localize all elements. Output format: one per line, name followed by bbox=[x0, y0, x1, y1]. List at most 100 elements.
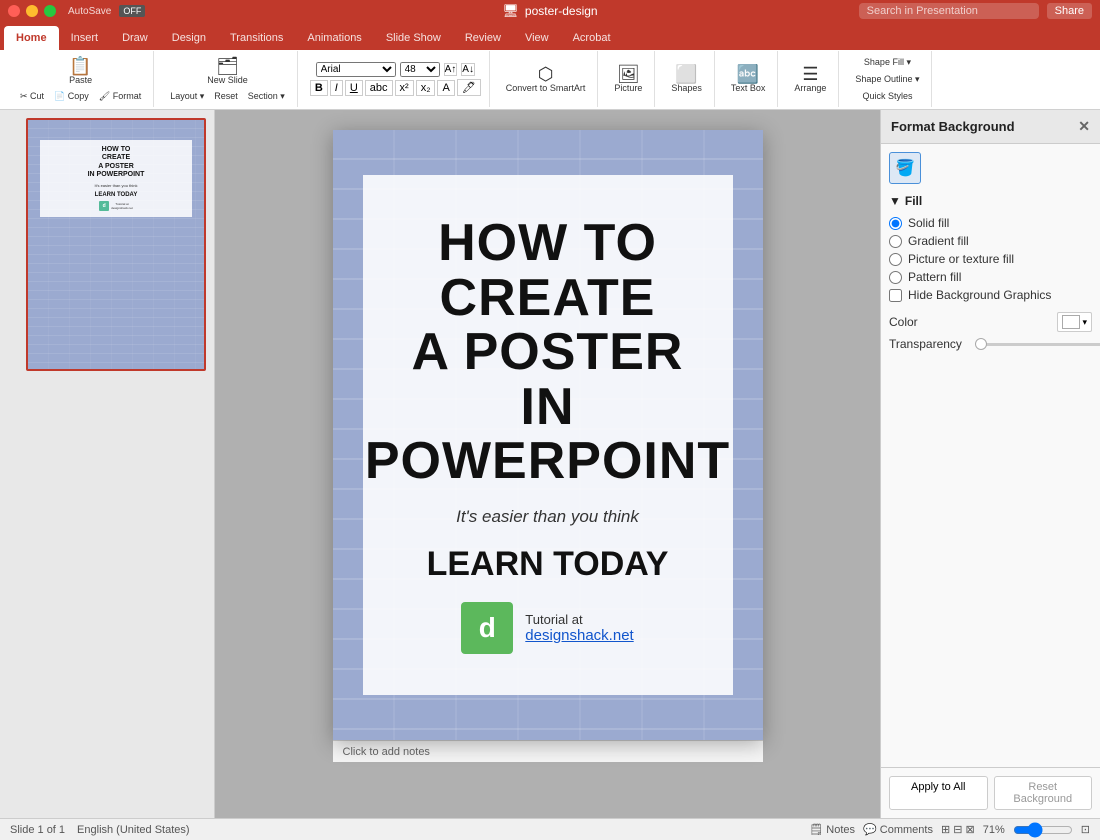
notes-placeholder: Click to add notes bbox=[343, 746, 430, 758]
textbox-button[interactable]: 🔤 Text Box bbox=[727, 63, 770, 95]
status-right: 🗒 Notes 💬 Comments ⊞ ⊟ ⊠ 71% ⊡ bbox=[809, 822, 1090, 838]
notes-bar[interactable]: Click to add notes bbox=[333, 740, 763, 762]
search-input[interactable] bbox=[859, 3, 1039, 19]
tab-draw[interactable]: Draw bbox=[110, 26, 160, 50]
color-label: Color bbox=[889, 315, 918, 329]
tab-view[interactable]: View bbox=[513, 26, 561, 50]
font-family-select[interactable]: Arial bbox=[316, 62, 396, 77]
slide-canvas[interactable]: HOW TO CREATE A POSTER IN POWERPOINT It'… bbox=[333, 130, 763, 740]
fill-section-header[interactable]: ▼ Fill bbox=[889, 194, 1092, 208]
transparency-slider[interactable] bbox=[975, 343, 1100, 346]
thumb-subtitle: It's easier than you think bbox=[46, 183, 186, 188]
canvas-learn: LEARN TODAY bbox=[427, 545, 669, 584]
minimize-button[interactable] bbox=[26, 5, 38, 17]
shape-outline-button[interactable]: Shape Outline ▾ bbox=[851, 72, 923, 87]
fit-slide-button[interactable]: ⊡ bbox=[1081, 823, 1090, 836]
clipboard-group: 📋 Paste ✂ Cut 📄 Copy 🖌 Format bbox=[8, 51, 154, 107]
tab-animations[interactable]: Animations bbox=[295, 26, 373, 50]
textbox-group: 🔤 Text Box bbox=[719, 51, 779, 107]
comments-button[interactable]: 💬 Comments bbox=[863, 823, 933, 836]
fill-section-label: Fill bbox=[905, 194, 922, 208]
tab-review[interactable]: Review bbox=[453, 26, 513, 50]
pattern-fill-option[interactable]: Pattern fill bbox=[889, 268, 1092, 286]
color-swatch bbox=[1062, 315, 1080, 329]
tab-transitions[interactable]: Transitions bbox=[218, 26, 295, 50]
slide-thumbnail[interactable]: HOW TO CREATE A POSTER IN POWERPOINT It'… bbox=[26, 118, 206, 371]
gradient-fill-label: Gradient fill bbox=[908, 234, 969, 248]
color-row: Color ▾ bbox=[889, 312, 1092, 332]
maximize-button[interactable] bbox=[44, 5, 56, 17]
italic-button[interactable]: I bbox=[330, 80, 343, 96]
bold-button[interactable]: B bbox=[310, 80, 328, 96]
slides-group: 🗂 New Slide Layout ▾ Reset Section ▾ bbox=[158, 51, 298, 107]
ribbon: Home Insert Draw Design Transitions Anim… bbox=[0, 22, 1100, 110]
canvas-white-box[interactable]: HOW TO CREATE A POSTER IN POWERPOINT It'… bbox=[363, 175, 733, 695]
paste-button[interactable]: 📋 Paste bbox=[65, 55, 96, 87]
slide-panel: 1 HOW TO CREATE A POSTER IN POWERPOINT I… bbox=[0, 110, 215, 818]
font-color-button[interactable]: A bbox=[437, 80, 454, 96]
shape-fill-button[interactable]: Shape Fill ▾ bbox=[860, 55, 915, 70]
status-left: Slide 1 of 1 English (United States) bbox=[10, 824, 190, 836]
hide-bg-checkbox[interactable] bbox=[889, 289, 902, 302]
picture-fill-radio[interactable] bbox=[889, 253, 902, 266]
format-panel-footer: Apply to All Reset Background bbox=[881, 767, 1100, 818]
thumb-logo: d Tutorial at designshack.net bbox=[46, 201, 186, 211]
reset-background-button[interactable]: Reset Background bbox=[994, 776, 1093, 810]
copy-button[interactable]: 📄 Copy bbox=[50, 89, 93, 104]
tab-design[interactable]: Design bbox=[160, 26, 218, 50]
autosave-label: AutoSave bbox=[68, 6, 111, 17]
tab-acrobat[interactable]: Acrobat bbox=[561, 26, 623, 50]
cut-button[interactable]: ✂ Cut bbox=[16, 89, 48, 104]
apply-to-all-button[interactable]: Apply to All bbox=[889, 776, 988, 810]
title-bar: AutoSave OFF 🖥 poster-design Share bbox=[0, 0, 1100, 22]
layout-button[interactable]: Layout ▾ bbox=[166, 89, 208, 104]
tab-home[interactable]: Home bbox=[4, 26, 59, 50]
gradient-fill-radio[interactable] bbox=[889, 235, 902, 248]
close-button[interactable] bbox=[8, 5, 20, 17]
format-background-panel: Format Background ✕ 🪣 ▼ Fill Solid fill … bbox=[880, 110, 1100, 818]
tab-slideshow[interactable]: Slide Show bbox=[374, 26, 453, 50]
decrease-font-button[interactable]: A↓ bbox=[461, 63, 475, 76]
section-button[interactable]: Section ▾ bbox=[244, 89, 289, 104]
arrange-button[interactable]: ☰ Arrange bbox=[790, 63, 830, 95]
color-picker-button[interactable]: ▾ bbox=[1057, 312, 1092, 332]
solid-fill-radio[interactable] bbox=[889, 217, 902, 230]
quick-styles-button[interactable]: Quick Styles bbox=[858, 89, 916, 103]
gradient-fill-option[interactable]: Gradient fill bbox=[889, 232, 1092, 250]
solid-fill-option[interactable]: Solid fill bbox=[889, 214, 1092, 232]
reset-button[interactable]: Reset bbox=[210, 89, 242, 104]
window-controls: AutoSave OFF bbox=[8, 5, 145, 17]
superscript-button[interactable]: x² bbox=[395, 80, 414, 96]
fill-icon-button[interactable]: 🪣 bbox=[889, 152, 921, 184]
canvas-logo-area: d Tutorial at designshack.net bbox=[461, 602, 633, 654]
share-button[interactable]: Share bbox=[1047, 3, 1092, 19]
format-panel-close-button[interactable]: ✕ bbox=[1078, 118, 1090, 135]
picture-fill-option[interactable]: Picture or texture fill bbox=[889, 250, 1092, 268]
format-icon-row: 🪣 bbox=[889, 152, 1092, 184]
highlight-button[interactable]: 🖊 bbox=[457, 79, 481, 96]
picture-button[interactable]: 🖼 Picture bbox=[610, 63, 646, 95]
underline-button[interactable]: U bbox=[345, 80, 363, 96]
font-size-select[interactable]: 48 bbox=[400, 62, 440, 77]
shapes-group: ⬜ Shapes bbox=[659, 51, 715, 107]
picture-fill-label: Picture or texture fill bbox=[908, 252, 1014, 266]
canvas-main-title: HOW TO CREATE A POSTER IN POWERPOINT bbox=[365, 216, 730, 489]
canvas-subtitle: It's easier than you think bbox=[456, 507, 639, 527]
notes-button[interactable]: 🗒 Notes bbox=[809, 823, 855, 836]
zoom-slider[interactable] bbox=[1013, 822, 1073, 838]
convert-smartart-button[interactable]: ⬡ Convert to SmartArt bbox=[502, 63, 590, 95]
format-button[interactable]: 🖌 Format bbox=[95, 89, 145, 104]
shapes-button[interactable]: ⬜ Shapes bbox=[667, 63, 706, 95]
hide-bg-label: Hide Background Graphics bbox=[908, 288, 1051, 302]
strikethrough-button[interactable]: abc bbox=[365, 80, 393, 96]
picture-group: 🖼 Picture bbox=[602, 51, 655, 107]
pattern-fill-radio[interactable] bbox=[889, 271, 902, 284]
zoom-level: 71% bbox=[983, 824, 1005, 836]
subscript-button[interactable]: x₂ bbox=[416, 80, 436, 96]
autosave-toggle[interactable]: OFF bbox=[119, 5, 145, 17]
hide-bg-option[interactable]: Hide Background Graphics bbox=[889, 286, 1092, 304]
thumb-learn: LEARN TODAY bbox=[46, 192, 186, 198]
increase-font-button[interactable]: A↑ bbox=[444, 63, 458, 76]
new-slide-button[interactable]: 🗂 New Slide bbox=[203, 55, 252, 87]
tab-insert[interactable]: Insert bbox=[59, 26, 111, 50]
